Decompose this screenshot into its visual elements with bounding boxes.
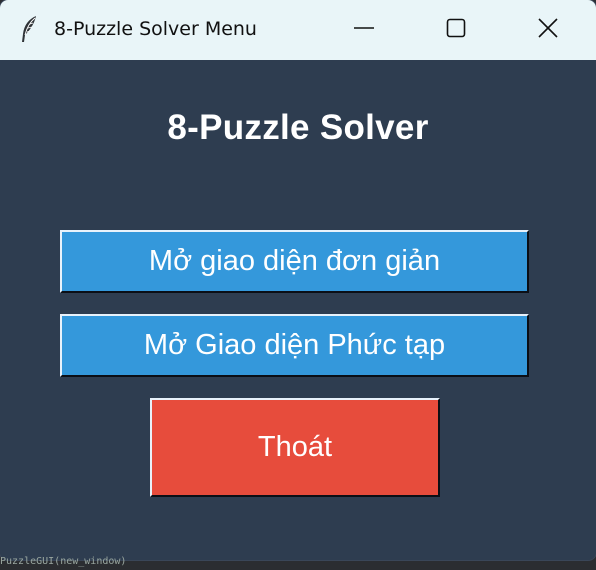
close-icon: [538, 17, 558, 43]
background-code-snippet: PuzzleGUI(new_window): [0, 556, 127, 567]
maximize-icon: [446, 18, 466, 43]
menu-panel: 8-Puzzle Solver Mở giao diện đơn giản Mở…: [0, 60, 596, 560]
open-simple-ui-button[interactable]: Mở giao diện đơn giản: [60, 230, 529, 293]
minimize-icon: [354, 18, 374, 43]
title-bar[interactable]: 8-Puzzle Solver Menu: [0, 0, 596, 60]
open-complex-ui-button[interactable]: Mở Giao diện Phức tạp: [60, 314, 529, 377]
close-button[interactable]: [502, 0, 594, 60]
app-window: 8-Puzzle Solver Menu 8-Puzzle Solver Mở …: [0, 0, 596, 560]
maximize-button[interactable]: [410, 0, 502, 60]
page-title: 8-Puzzle Solver: [167, 108, 429, 147]
minimize-button[interactable]: [318, 0, 410, 60]
window-title: 8-Puzzle Solver Menu: [54, 18, 257, 40]
exit-button[interactable]: Thoát: [150, 398, 440, 497]
feather-icon: [17, 14, 41, 44]
